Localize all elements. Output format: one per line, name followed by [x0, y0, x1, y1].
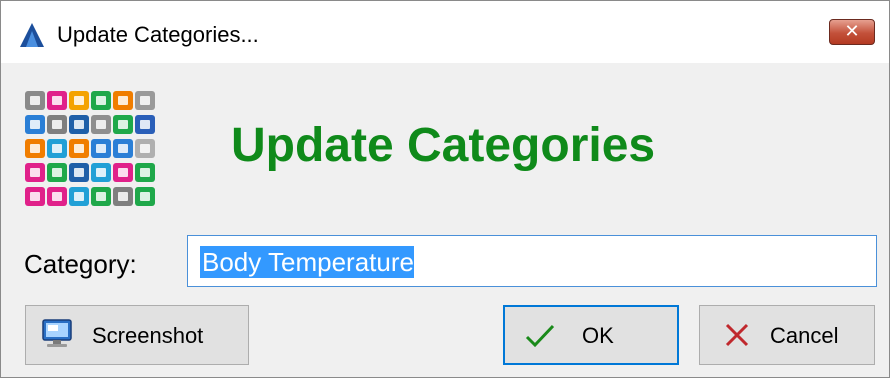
logo-tile — [47, 163, 67, 182]
checkmark-icon — [525, 324, 555, 348]
logo-tile — [25, 91, 45, 110]
logo-tile — [113, 187, 133, 206]
category-input-value: Body Temperature — [200, 246, 414, 278]
ok-button-label: OK — [582, 323, 614, 348]
category-grid-logo-icon — [25, 91, 157, 211]
monitor-icon — [42, 319, 72, 347]
logo-tile — [135, 163, 155, 182]
logo-tile — [69, 187, 89, 206]
close-button[interactable]: ✕ — [829, 19, 875, 45]
dialog-heading: Update Categories — [231, 119, 656, 172]
logo-tile — [25, 115, 45, 134]
logo-tile — [135, 115, 155, 134]
logo-tile — [69, 91, 89, 110]
ok-button[interactable]: OK — [503, 305, 679, 365]
logo-tile — [25, 187, 45, 206]
logo-tile — [91, 163, 111, 182]
logo-tile — [113, 139, 133, 158]
logo-tile — [47, 187, 67, 206]
logo-tile — [25, 139, 45, 158]
logo-tile — [135, 187, 155, 206]
logo-tile — [47, 139, 67, 158]
logo-tile — [113, 115, 133, 134]
logo-tile — [47, 115, 67, 134]
logo-tile — [47, 91, 67, 110]
logo-tile — [69, 139, 89, 158]
cancel-button-label: Cancel — [770, 323, 839, 348]
close-icon: ✕ — [844, 21, 860, 42]
logo-tile — [69, 163, 89, 182]
logo-tile — [69, 115, 89, 134]
logo-tile — [91, 115, 111, 134]
screenshot-button[interactable]: Screenshot — [25, 305, 249, 365]
logo-tile — [91, 187, 111, 206]
app-logo-icon — [20, 23, 44, 47]
screenshot-button-label: Screenshot — [92, 323, 204, 348]
dialog-body: Update Categories Category: Body Tempera… — [1, 63, 889, 377]
category-label: Category: — [24, 249, 137, 279]
update-categories-dialog: Update Categories... ✕ Update Categories… — [0, 0, 890, 378]
category-input[interactable]: Body Temperature — [187, 235, 877, 287]
logo-tile — [91, 91, 111, 110]
cancel-button[interactable]: Cancel — [699, 305, 875, 365]
logo-tile — [91, 139, 111, 158]
window-title: Update Categories... — [57, 22, 259, 47]
logo-tile — [25, 163, 45, 182]
title-bar[interactable]: Update Categories... ✕ — [1, 1, 889, 63]
logo-tile — [113, 91, 133, 110]
x-mark-icon — [725, 323, 749, 347]
logo-tile — [113, 163, 133, 182]
logo-tile — [135, 139, 155, 158]
logo-tile — [135, 91, 155, 110]
